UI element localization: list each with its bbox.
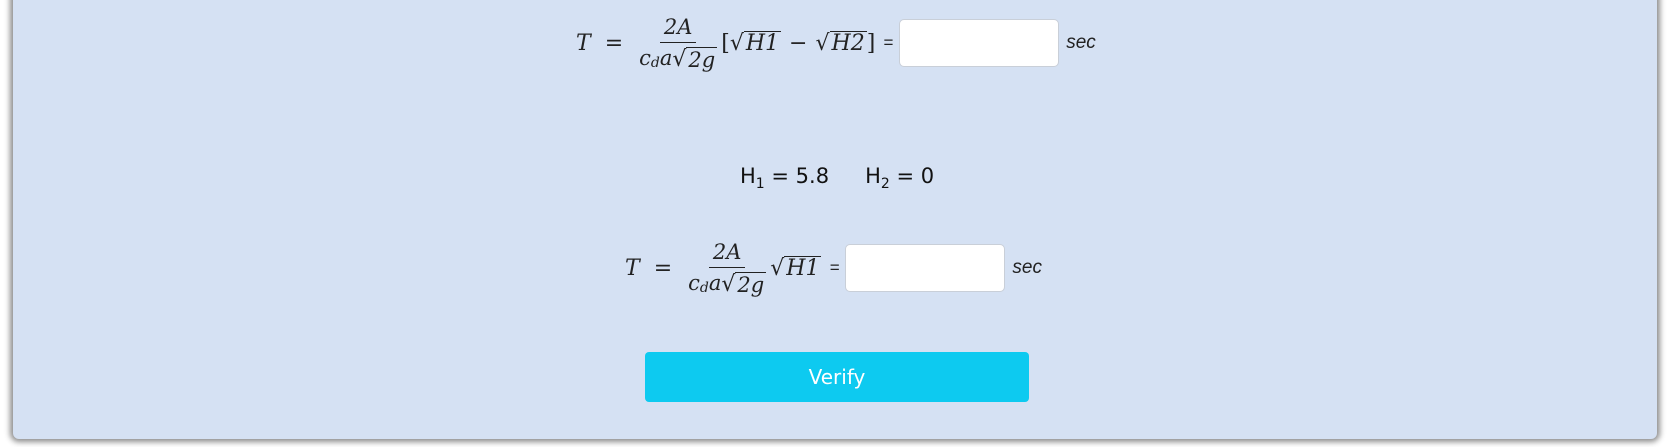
- formula2-fraction: 2A cda √ 2g: [688, 241, 767, 297]
- formula1-term-h1: H1: [743, 31, 782, 56]
- formula2-unit: sec: [1012, 257, 1042, 278]
- param-h1: H1 = 5.8: [740, 164, 829, 192]
- formula1-fraction: 2A cda √ 2g: [639, 16, 718, 72]
- formula2-sqrt-h1: √ H1: [770, 256, 822, 281]
- formula1-lhs: T =: [576, 31, 623, 56]
- param-h2-label: H: [865, 164, 881, 188]
- time-h1-input[interactable]: [845, 244, 1006, 292]
- param-h1-value: = 5.8: [764, 164, 830, 188]
- formula1-term-h2: H2: [829, 31, 867, 56]
- param-h1-sub: 1: [755, 176, 765, 193]
- formula1-close-bracket: ]: [866, 30, 876, 56]
- formula1-sqrt-h2: √ H2: [815, 31, 867, 56]
- sqrt-symbol: √: [729, 31, 744, 56]
- formula1-den-sqrt: √ 2g: [672, 46, 718, 72]
- formula1-var-t: T: [576, 30, 591, 56]
- formula2-eq-sign: =: [653, 255, 673, 281]
- sqrt-symbol: √: [721, 271, 736, 297]
- formula2-term-h1: H1: [784, 256, 822, 281]
- formula1-equals: =: [883, 33, 894, 52]
- formula1-open-bracket: [: [721, 30, 730, 56]
- formula2-den-c: c: [688, 270, 700, 295]
- formula1-denominator: cda √ 2g: [639, 43, 718, 72]
- formula1-minus: −: [789, 30, 808, 56]
- formula2-den-a: a: [708, 270, 722, 295]
- verify-button[interactable]: Verify: [645, 352, 1029, 402]
- formula1-den-c: c: [639, 45, 651, 70]
- formula2-equals: =: [829, 258, 840, 277]
- param-h2: H2 = 0: [865, 164, 934, 192]
- head-parameters: H1 = 5.8 H2 = 0: [740, 164, 934, 192]
- param-h1-label: H: [740, 164, 756, 188]
- formula1-eq-sign: =: [604, 30, 624, 56]
- formula1-bracket-expr: [ √ H1 − √ H2 ]: [721, 31, 875, 56]
- formula1-numerator: 2A: [659, 16, 697, 43]
- formula2-numerator: 2A: [708, 241, 746, 268]
- formula2-den-c-sub: d: [699, 279, 709, 296]
- formula-time-h1: T = 2A cda √ 2g √ H1 = sec: [625, 238, 1042, 298]
- formula1-sqrt-h1: √ H1: [729, 31, 782, 56]
- time-h1-h2-input[interactable]: [899, 19, 1060, 67]
- param-h2-sub: 2: [880, 176, 890, 193]
- formula2-den-sqrt-arg: 2g: [735, 271, 767, 297]
- sqrt-symbol: √: [672, 46, 687, 72]
- formula2-den-sqrt: √ 2g: [721, 271, 767, 297]
- formula-time-h1-h2: T = 2A cda √ 2g [ √ H1 − √ H2 ] = sec: [576, 13, 1096, 73]
- param-h2-value: = 0: [889, 164, 935, 188]
- sqrt-symbol: √: [770, 256, 785, 281]
- sqrt-symbol: √: [815, 31, 830, 56]
- formula2-denominator: cda √ 2g: [688, 268, 767, 297]
- formula2-var-t: T: [625, 255, 640, 281]
- formula1-unit: sec: [1066, 32, 1096, 53]
- formula1-den-c-sub: d: [650, 54, 660, 71]
- formula1-den-a: a: [659, 45, 673, 70]
- formula1-den-sqrt-arg: 2g: [686, 46, 718, 72]
- formula2-lhs: T =: [625, 256, 672, 281]
